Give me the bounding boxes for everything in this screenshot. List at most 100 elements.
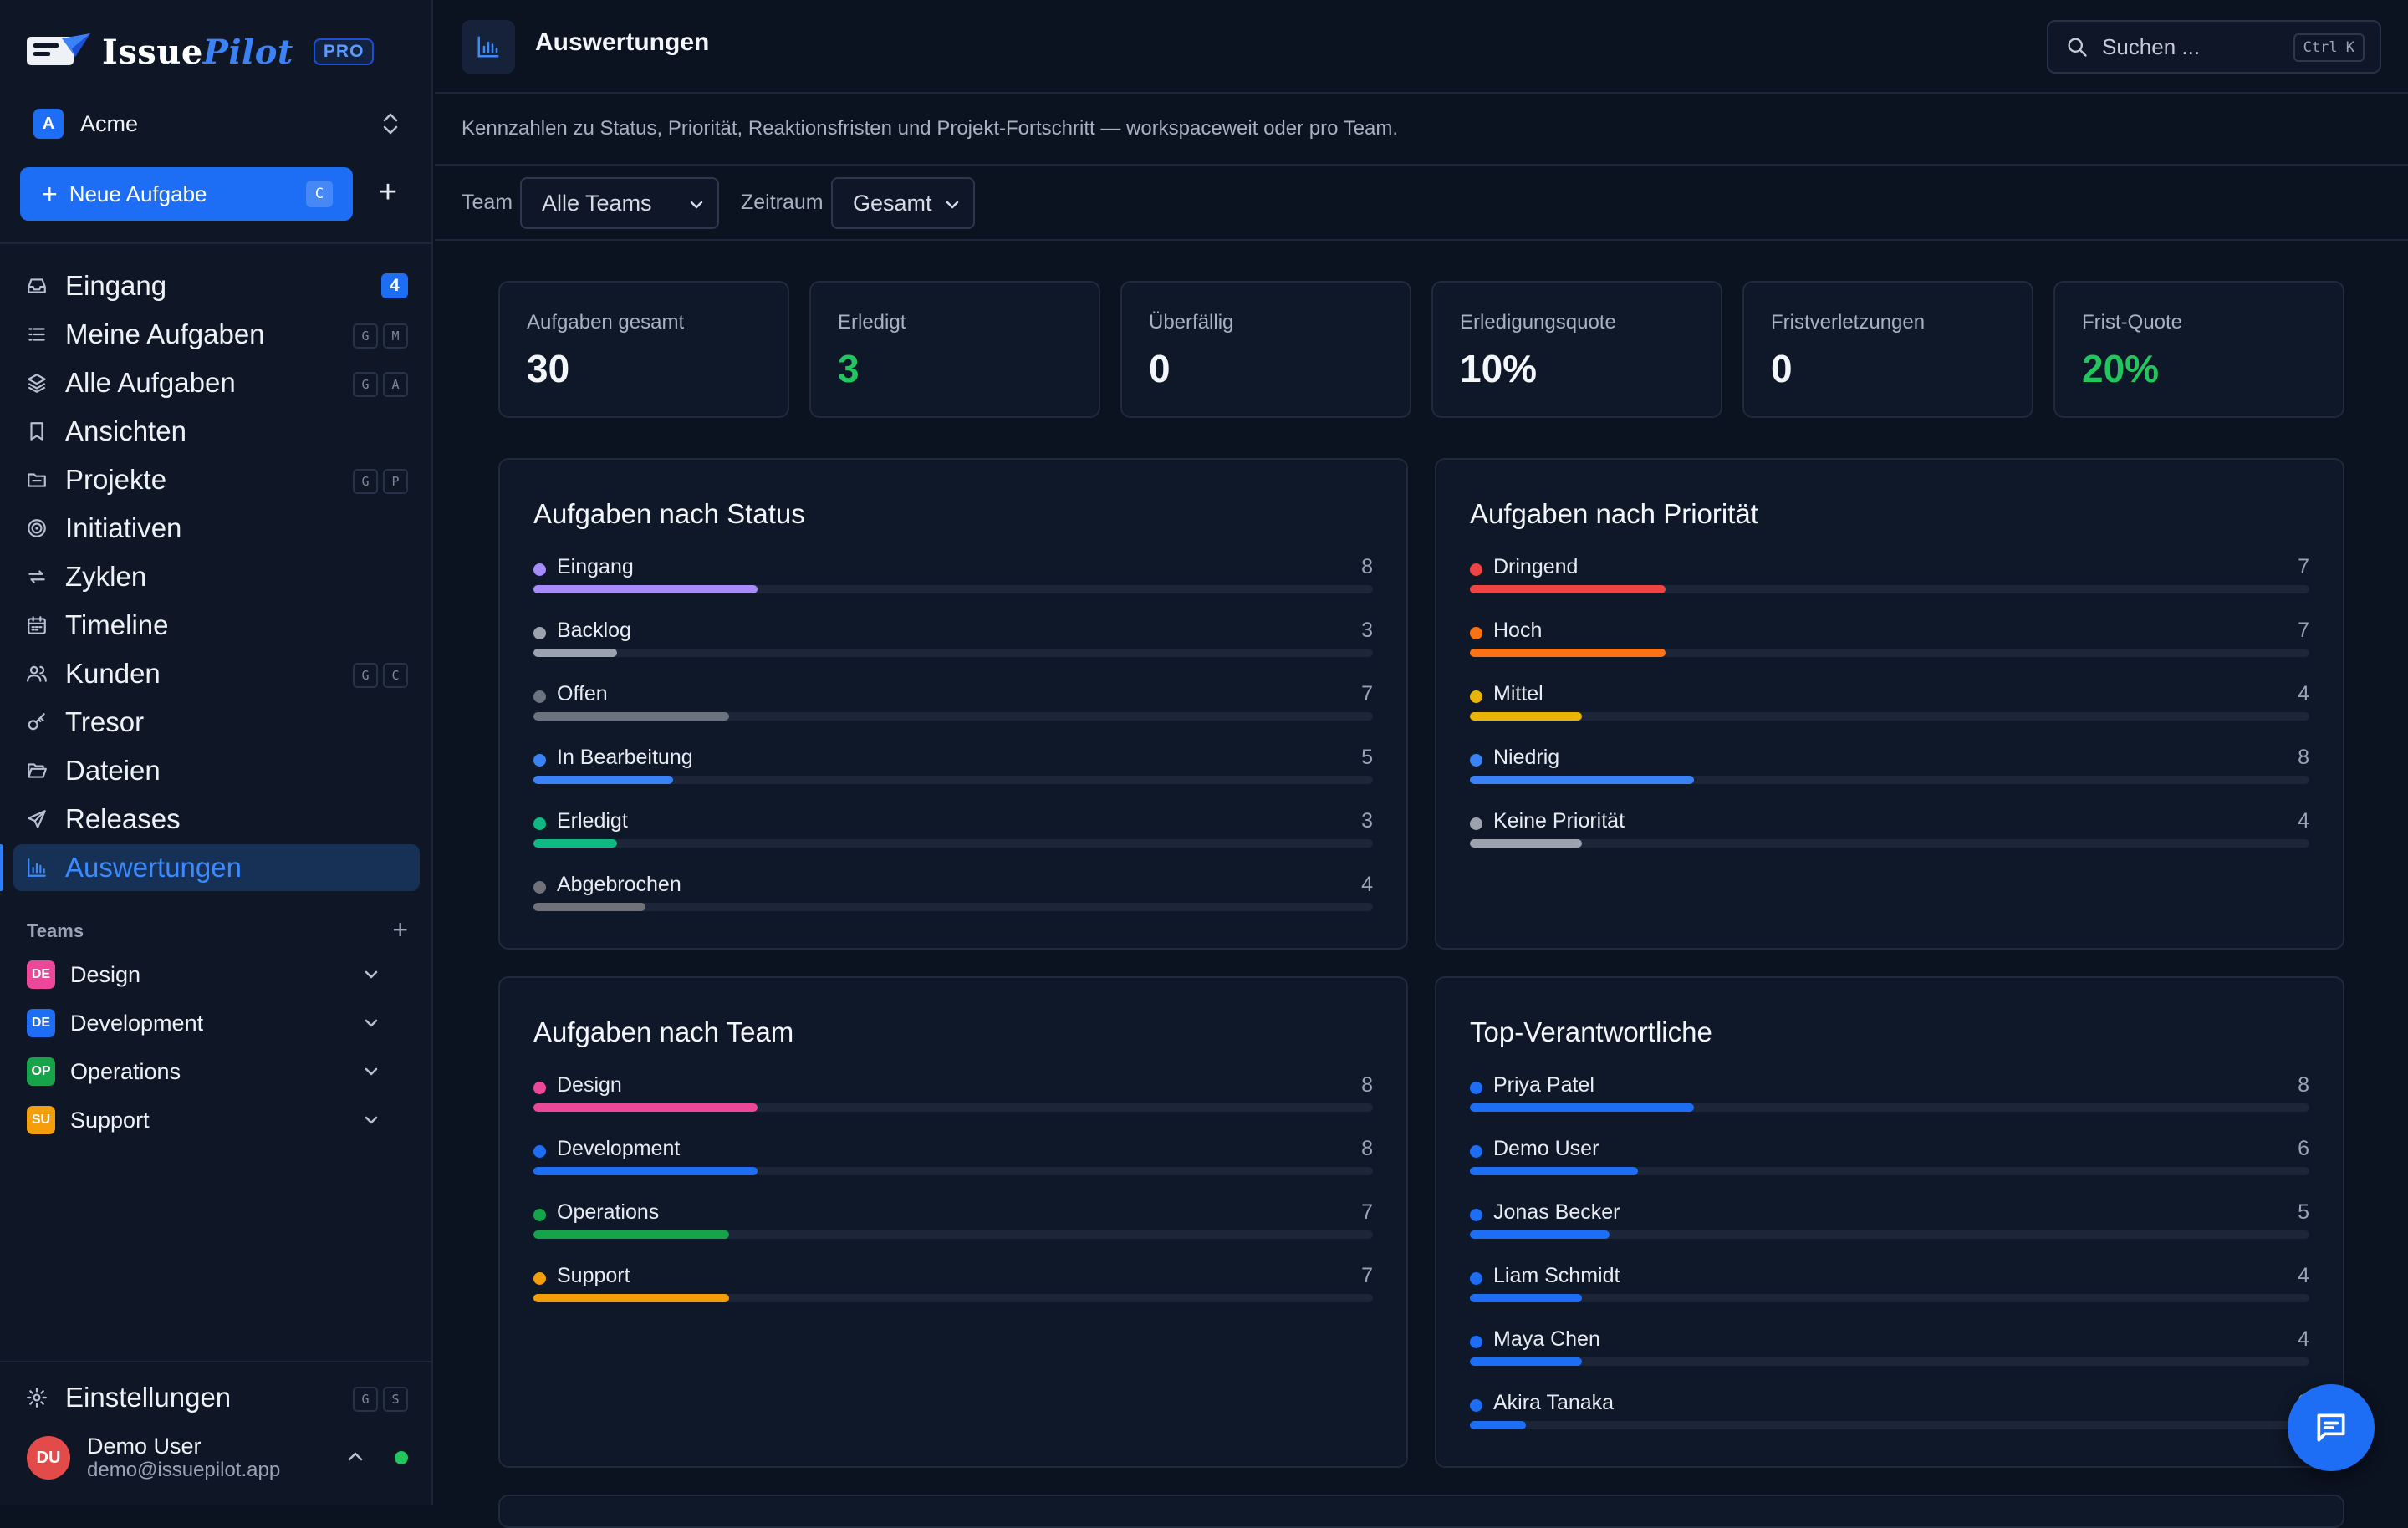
row-count: 8 bbox=[2298, 1073, 2309, 1097]
sidebar-item-initiativen[interactable]: Initiativen bbox=[13, 505, 420, 552]
search-placeholder: Suchen ... bbox=[2102, 33, 2201, 59]
row-label: Operations bbox=[557, 1200, 660, 1224]
progress-fill bbox=[1470, 1294, 1582, 1302]
row-label: Eingang bbox=[557, 555, 634, 578]
sidebar-item-label: Initiativen bbox=[65, 512, 182, 543]
target-icon bbox=[25, 517, 48, 540]
team-avatar: DE bbox=[27, 1009, 55, 1037]
progress-fill bbox=[1470, 1167, 1638, 1175]
team-item-support[interactable]: SU Support bbox=[27, 1100, 381, 1140]
bar-chart-icon bbox=[25, 856, 48, 879]
progress-fill bbox=[533, 839, 617, 848]
search-shortcut: Ctrl K bbox=[2293, 33, 2365, 62]
settings-shortcut: G S bbox=[353, 1387, 408, 1412]
legend-dot bbox=[1470, 1399, 1482, 1412]
sidebar-item-releases[interactable]: Releases bbox=[13, 796, 420, 843]
sidebar-item-zyklen[interactable]: Zyklen bbox=[13, 553, 420, 600]
brand[interactable]: IssuePilot PRO bbox=[25, 28, 375, 75]
progress-track bbox=[1470, 839, 2309, 848]
progress-fill bbox=[533, 776, 673, 784]
row-label: Hoch bbox=[1493, 619, 1543, 642]
team-avatar: SU bbox=[27, 1106, 55, 1134]
progress-fill bbox=[1470, 712, 1582, 721]
sidebar-item-tresor[interactable]: Tresor bbox=[13, 699, 420, 746]
calendar-icon bbox=[25, 614, 48, 637]
new-task-label: Neue Aufgabe bbox=[69, 181, 207, 206]
row-count: 4 bbox=[2298, 682, 2309, 705]
shortcut-key: G bbox=[353, 323, 378, 349]
kpi-value: 3 bbox=[838, 347, 860, 390]
additional-panel bbox=[498, 1495, 2344, 1528]
gear-icon bbox=[25, 1386, 48, 1409]
chat-icon bbox=[2317, 1413, 2345, 1442]
kpi-label: Aufgaben gesamt bbox=[527, 311, 685, 334]
inbox-icon bbox=[25, 274, 48, 298]
workspace-avatar: A bbox=[33, 109, 64, 139]
row-count: 5 bbox=[1361, 746, 1373, 769]
sidebar-item-label: Tresor bbox=[65, 706, 145, 737]
sidebar-item-ansichten[interactable]: Ansichten bbox=[13, 408, 420, 455]
team-avatar: DE bbox=[27, 960, 55, 989]
settings-label: Einstellungen bbox=[65, 1382, 232, 1413]
team-item-operations[interactable]: OP Operations bbox=[27, 1052, 381, 1092]
breakdown-row: Jonas Becker 5 bbox=[1470, 1199, 2309, 1249]
team-item-design[interactable]: DE Design bbox=[27, 955, 381, 995]
legend-dot bbox=[533, 1209, 546, 1221]
user-menu[interactable]: DU Demo User demo@issuepilot.app bbox=[27, 1433, 411, 1483]
sidebar-item-alle-aufgaben[interactable]: Alle Aufgaben G A bbox=[13, 359, 420, 406]
sidebar-item-dateien[interactable]: Dateien bbox=[13, 747, 420, 794]
quick-add-button[interactable]: + bbox=[370, 174, 406, 211]
sidebar-item-auswertungen[interactable]: Auswertungen bbox=[13, 844, 420, 891]
row-count: 7 bbox=[2298, 555, 2309, 578]
workspace-switcher[interactable]: A Acme bbox=[33, 105, 401, 142]
sidebar-item-label: Zyklen bbox=[65, 561, 147, 592]
row-count: 4 bbox=[2298, 1264, 2309, 1287]
kpi-value: 0 bbox=[1771, 347, 1793, 390]
sidebar-item-kunden[interactable]: Kunden G C bbox=[13, 650, 420, 697]
new-task-button[interactable]: + Neue Aufgabe C bbox=[20, 167, 353, 221]
legend-dot bbox=[533, 817, 546, 830]
shortcut-key: G bbox=[353, 1387, 378, 1412]
breakdown-row: Design 8 bbox=[533, 1072, 1373, 1122]
search-input[interactable]: Suchen ... Ctrl K bbox=[2047, 20, 2381, 74]
row-count: 8 bbox=[1361, 1073, 1373, 1097]
row-count: 8 bbox=[2298, 746, 2309, 769]
key-icon bbox=[25, 711, 48, 734]
row-count: 3 bbox=[1361, 619, 1373, 642]
chevron-updown-icon bbox=[383, 113, 398, 135]
team-filter-select[interactable]: Alle Teams bbox=[520, 177, 719, 229]
top-bar: Auswertungen Suchen ... Ctrl K bbox=[435, 0, 2408, 94]
progress-track bbox=[533, 903, 1373, 911]
legend-dot bbox=[1470, 1209, 1482, 1221]
progress-track bbox=[1470, 1294, 2309, 1302]
legend-dot bbox=[1470, 563, 1482, 576]
breakdown-row: Backlog 3 bbox=[533, 617, 1373, 667]
row-label: Abgebrochen bbox=[557, 873, 681, 896]
breakdown-row: Demo User 6 bbox=[1470, 1135, 2309, 1185]
sidebar-item-projekte[interactable]: Projekte G P bbox=[13, 456, 420, 503]
progress-track bbox=[1470, 712, 2309, 721]
logo-icon bbox=[27, 33, 90, 65]
kpi-card: Überfällig 0 bbox=[1120, 281, 1411, 418]
add-team-button[interactable]: + bbox=[392, 914, 408, 945]
sidebar-item-meine-aufgaben[interactable]: Meine Aufgaben G M bbox=[13, 311, 420, 358]
settings-item[interactable]: Einstellungen G S bbox=[13, 1374, 420, 1421]
breakdown-row: Dringend 7 bbox=[1470, 553, 2309, 604]
priority-panel: Aufgaben nach Priorität Dringend 7 Hoch 7 Mi… bbox=[1435, 458, 2344, 950]
sidebar-item-eingang[interactable]: Eingang 4 bbox=[13, 262, 420, 309]
progress-fill bbox=[1470, 649, 1666, 657]
sidebar-item-label: Auswertungen bbox=[65, 852, 242, 883]
team-avatar: OP bbox=[27, 1057, 55, 1086]
user-info: Demo User demo@issuepilot.app bbox=[87, 1434, 280, 1482]
chat-button[interactable] bbox=[2288, 1384, 2375, 1471]
panel-title: Aufgaben nach Status bbox=[533, 498, 805, 529]
row-count: 4 bbox=[2298, 1327, 2309, 1351]
page-description: Kennzahlen zu Status, Priorität, Reaktio… bbox=[435, 94, 2408, 166]
progress-fill bbox=[533, 585, 758, 593]
cycle-icon bbox=[25, 565, 48, 588]
period-filter-select[interactable]: Gesamt bbox=[831, 177, 975, 229]
team-item-development[interactable]: DE Development bbox=[27, 1003, 381, 1043]
sidebar-item-timeline[interactable]: Timeline bbox=[13, 602, 420, 649]
keyboard-shortcut: GC bbox=[353, 663, 408, 688]
sidebar: IssuePilot PRO A Acme + Neue Aufgabe C +… bbox=[0, 0, 433, 1505]
